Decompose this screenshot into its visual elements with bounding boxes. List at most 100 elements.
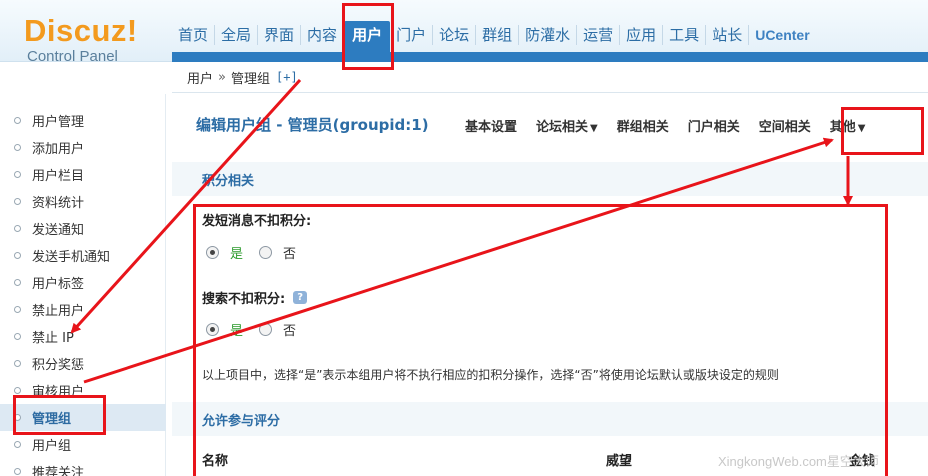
nav-user[interactable]: 用户 [344,21,391,53]
sidebar-item-label: 管理组 [32,412,72,427]
tab-label: 基本设置 [465,120,518,135]
add-to-favorites-button[interactable]: [+] [276,70,298,84]
bullet-icon [14,252,21,259]
sidebar-item-credit-reward[interactable]: 积分奖惩 [0,350,166,377]
help-icon[interactable]: ? [293,291,308,304]
radio-yes-label[interactable]: 是 [230,243,243,262]
field-label-search-credit: 搜索不扣积分: ? [202,288,308,307]
sub-tabs: 基本设置 论坛相关 ▼ 群组相关 门户相关 空间相关 其他 ▼ [465,116,885,135]
sidebar-item-label: 资料统计 [32,196,85,211]
bullet-icon [14,144,21,151]
sidebar-item-admin-group[interactable]: 管理组 [0,404,166,431]
sidebar-item-add-user[interactable]: 添加用户 [0,134,166,161]
tab-label: 群组相关 [616,120,669,135]
nav-content[interactable]: 内容 [301,25,345,45]
tab-portal-related[interactable]: 门户相关 [688,116,740,135]
nav-ucenter[interactable]: UCenter [749,25,815,45]
radio-yes[interactable] [206,323,219,336]
radio-group-pm-credit: 是 否 [206,243,296,262]
bullet-icon [14,198,21,205]
nav-home[interactable]: 首页 [172,25,216,45]
tab-group-related[interactable]: 群组相关 [617,116,669,135]
bullet-icon [14,225,21,232]
bullet-icon [14,441,21,448]
field-label-text: 搜索不扣积分: [202,292,286,307]
bullet-icon [14,279,21,286]
nav-tools[interactable]: 工具 [663,25,707,45]
bullet-icon [14,171,21,178]
field-label-pm-credit: 发短消息不扣积分: [202,214,312,229]
nav-antispam[interactable]: 防灌水 [519,25,578,45]
sidebar-item-profile-stats[interactable]: 资料统计 [0,188,166,215]
bullet-icon [14,414,21,421]
breadcrumb: 用户 » 管理组 [+] [172,62,928,93]
tab-label: 论坛相关 [536,120,589,135]
sidebar-item-ban-user[interactable]: 禁止用户 [0,296,166,323]
bullet-icon [14,117,21,124]
tab-forum-related[interactable]: 论坛相关 ▼ [536,116,598,135]
nav-global[interactable]: 全局 [215,25,259,45]
page-title: 编辑用户组 - 管理员(groupid:1) [196,116,429,134]
bullet-icon [14,360,21,367]
sidebar-item-label: 添加用户 [32,142,85,157]
radio-no-label[interactable]: 否 [283,243,296,262]
radio-group-search-credit: 是 否 [206,320,296,339]
caret-down-icon: ▼ [590,123,598,134]
caret-down-icon: ▼ [857,123,866,134]
main-content: 编辑用户组 - 管理员(groupid:1) 基本设置 论坛相关 ▼ 群组相关 门… [172,94,928,476]
nav-apps[interactable]: 应用 [620,25,664,45]
tab-space-related[interactable]: 空间相关 [759,116,811,135]
nav-operation[interactable]: 运营 [577,25,621,45]
top-nav: 首页 全局 界面 内容 用户 门户 论坛 群组 防灌水 运营 应用 工具 站长 … [172,21,816,53]
bullet-icon [14,333,21,340]
tab-other[interactable]: 其他 ▼ [830,116,866,135]
nav-group[interactable]: 群组 [476,25,520,45]
help-note: 以上项目中，选择“是”表示本组用户将不执行相应的扣积分操作，选择“否”将使用论坛… [202,368,779,382]
sidebar-item-recommend-follow[interactable]: 推荐关注 [0,458,166,476]
sidebar-item-label: 发送手机通知 [32,250,111,265]
breadcrumb-user[interactable]: 用户 [187,68,213,87]
breadcrumb-separator: » [218,69,226,85]
radio-no[interactable] [259,323,273,336]
bullet-icon [14,387,21,394]
sidebar: 用户管理 添加用户 用户栏目 资料统计 发送通知 发送手机通知 用户标签 禁止用… [0,94,166,476]
sidebar-item-label: 用户标签 [32,277,85,292]
sidebar-item-send-sms[interactable]: 发送手机通知 [0,242,166,269]
sidebar-item-send-notice[interactable]: 发送通知 [0,215,166,242]
sidebar-item-label: 审核用户 [32,385,85,400]
section-header-credits: 积分相关 [172,162,928,196]
nav-portal[interactable]: 门户 [390,25,434,45]
radio-yes[interactable] [206,246,219,259]
column-header-name: 名称 [202,454,229,469]
logo-sub-text: Control Panel [27,48,118,65]
tab-label: 门户相关 [687,120,740,135]
radio-no-label[interactable]: 否 [283,320,296,339]
radio-yes-label[interactable]: 是 [230,320,243,339]
discuz-logo[interactable]: Discuz! Control Panel [24,14,154,72]
sidebar-item-label: 禁止 IP [32,331,74,346]
sidebar-item-label: 禁止用户 [32,304,85,319]
sidebar-item-audit-user[interactable]: 审核用户 [0,377,166,404]
nav-webmaster[interactable]: 站长 [706,25,750,45]
sidebar-item-label: 用户组 [32,439,72,454]
sidebar-item-user-manage[interactable]: 用户管理 [0,107,166,134]
section-header-rating: 允许参与评分 [172,402,928,436]
sidebar-item-ban-ip[interactable]: 禁止 IP [0,323,166,350]
sidebar-item-user-group[interactable]: 用户组 [0,431,166,458]
nav-underline-bar [172,52,928,62]
watermark: XingkongWeb.com星空大师 [718,454,879,469]
logo-main-text: Discuz! [24,13,138,48]
bullet-icon [14,468,21,475]
breadcrumb-admin-group: 管理组 [230,71,270,87]
nav-forum[interactable]: 论坛 [433,25,477,45]
tab-label: 空间相关 [758,120,811,135]
sidebar-item-label: 用户管理 [32,115,85,130]
tab-basic-settings[interactable]: 基本设置 [465,116,517,135]
radio-no[interactable] [259,246,273,259]
sidebar-item-user-tags[interactable]: 用户标签 [0,269,166,296]
sidebar-item-label: 推荐关注 [32,466,85,476]
column-header-prestige: 威望 [606,454,633,469]
sidebar-item-label: 用户栏目 [32,169,85,184]
nav-interface[interactable]: 界面 [258,25,302,45]
sidebar-item-user-fields[interactable]: 用户栏目 [0,161,166,188]
